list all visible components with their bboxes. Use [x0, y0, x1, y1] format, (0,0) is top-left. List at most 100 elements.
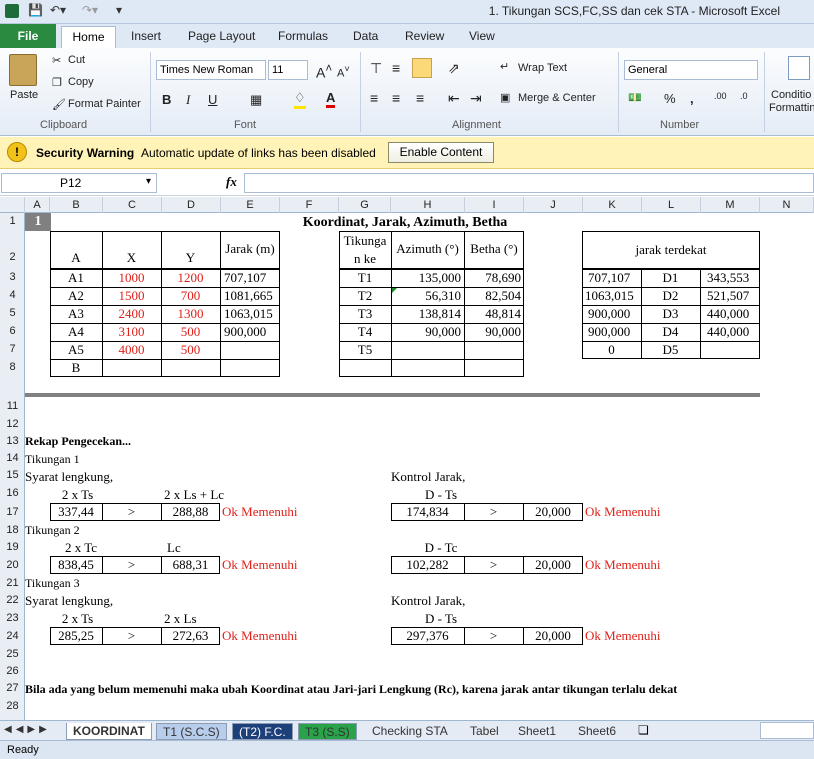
- increase-decimal-icon[interactable]: .00: [714, 91, 727, 101]
- tab-file[interactable]: File: [0, 24, 56, 48]
- table-cell[interactable]: 521,507: [707, 288, 760, 304]
- table-cell[interactable]: 900,000: [588, 324, 641, 340]
- copy-icon[interactable]: ❐: [52, 76, 62, 89]
- row-18[interactable]: 18: [0, 524, 25, 536]
- merge-center-button[interactable]: Merge & Center: [518, 92, 596, 104]
- table-cell[interactable]: 1081,665: [224, 288, 280, 304]
- value-d-ts-1[interactable]: 174,834: [391, 504, 464, 520]
- table-cell[interactable]: 707,107: [224, 270, 280, 286]
- tab-data[interactable]: Data: [353, 29, 378, 43]
- table-cell[interactable]: 90,000: [464, 324, 524, 340]
- row-1[interactable]: 1: [0, 215, 25, 227]
- table-cell[interactable]: 1200: [161, 270, 220, 286]
- orientation-icon[interactable]: ⇗: [448, 60, 460, 77]
- table-cell[interactable]: T3: [339, 306, 391, 322]
- column-h[interactable]: H: [391, 197, 465, 213]
- percent-icon[interactable]: %: [664, 91, 676, 106]
- column-i[interactable]: I: [465, 197, 524, 213]
- table-cell[interactable]: 1063,015: [585, 288, 641, 304]
- table-cell[interactable]: T4: [339, 324, 391, 340]
- copy-button[interactable]: Copy: [68, 76, 94, 88]
- column-n[interactable]: N: [760, 197, 814, 213]
- table-cell[interactable]: 1300: [161, 306, 220, 322]
- row-20[interactable]: 20: [0, 559, 25, 571]
- column-d[interactable]: D: [162, 197, 221, 213]
- cut-icon[interactable]: ✂: [52, 54, 61, 67]
- number-format-select[interactable]: General: [624, 60, 758, 80]
- row-25[interactable]: 25: [0, 648, 25, 660]
- row-5[interactable]: 5: [0, 307, 25, 319]
- table-cell[interactable]: T1: [339, 270, 391, 286]
- row-28[interactable]: 28: [0, 700, 25, 712]
- table-cell[interactable]: D4: [641, 324, 700, 340]
- table-cell[interactable]: 2400: [102, 306, 161, 322]
- name-box[interactable]: P12: [1, 173, 157, 193]
- table-cell[interactable]: 4000: [102, 342, 161, 358]
- row-13[interactable]: 13: [0, 435, 25, 447]
- column-c[interactable]: C: [103, 197, 162, 213]
- table-cell[interactable]: 900,000: [224, 324, 280, 340]
- value-2ts-1[interactable]: 337,44: [50, 504, 102, 520]
- table-cell[interactable]: 48,814: [464, 306, 524, 322]
- column-k[interactable]: K: [583, 197, 642, 213]
- row-7[interactable]: 7: [0, 343, 25, 355]
- tab-formulas[interactable]: Formulas: [278, 29, 328, 43]
- column-j[interactable]: J: [524, 197, 583, 213]
- column-a[interactable]: A: [25, 197, 50, 213]
- row-11[interactable]: 11: [0, 400, 25, 412]
- value-lc-2[interactable]: 688,31: [161, 557, 220, 573]
- bold-icon[interactable]: B: [162, 92, 171, 107]
- value-min-3[interactable]: 20,000: [523, 628, 583, 644]
- format-painter-icon[interactable]: 🖌: [52, 98, 66, 111]
- table-cell[interactable]: T5: [339, 342, 391, 358]
- table-cell[interactable]: 90,000: [391, 324, 464, 340]
- italic-icon[interactable]: I: [186, 92, 190, 108]
- column-e[interactable]: E: [221, 197, 280, 213]
- align-left-icon[interactable]: ≡: [370, 90, 378, 106]
- align-right-icon[interactable]: ≡: [416, 90, 424, 106]
- border-icon[interactable]: ▦: [250, 92, 262, 108]
- cell-a1[interactable]: 1: [25, 213, 51, 231]
- sheet-nav-arrows-icon[interactable]: ◀◀▶▶: [4, 724, 51, 735]
- font-name-select[interactable]: Times New Roman: [156, 60, 266, 80]
- table-cell[interactable]: 900,000: [588, 306, 641, 322]
- row-6[interactable]: 6: [0, 325, 25, 337]
- comma-icon[interactable]: ,: [690, 91, 694, 106]
- select-all-corner[interactable]: [0, 197, 25, 213]
- table-cell[interactable]: 440,000: [707, 324, 760, 340]
- column-l[interactable]: L: [642, 197, 701, 213]
- table-cell[interactable]: 500: [161, 324, 220, 340]
- sheet-tab-sheet1[interactable]: Sheet1: [512, 723, 562, 740]
- tab-review[interactable]: Review: [405, 29, 444, 43]
- table-cell[interactable]: 0: [582, 342, 641, 358]
- conditional-formatting-button[interactable]: Conditio: [771, 89, 811, 101]
- sheet-tab-tabel[interactable]: Tabel: [464, 723, 505, 740]
- value-d-ts-3[interactable]: 297,376: [391, 628, 464, 644]
- value-2ts-3[interactable]: 285,25: [50, 628, 102, 644]
- table-cell[interactable]: 82,504: [464, 288, 524, 304]
- sheet-tab-sheet6[interactable]: Sheet6: [572, 723, 622, 740]
- table-cell[interactable]: 500: [161, 342, 220, 358]
- table-cell[interactable]: A1: [50, 270, 102, 286]
- row-2[interactable]: 2: [0, 251, 25, 263]
- align-center-icon[interactable]: ≡: [392, 90, 400, 106]
- table-cell[interactable]: B: [50, 360, 102, 376]
- value-d-tc-2[interactable]: 102,282: [391, 557, 464, 573]
- conditional-formatting-icon[interactable]: [788, 56, 810, 80]
- row-22[interactable]: 22: [0, 594, 25, 606]
- row-16[interactable]: 16: [0, 487, 25, 499]
- row-23[interactable]: 23: [0, 612, 25, 624]
- table-cell[interactable]: 1063,015: [224, 306, 280, 322]
- row-14[interactable]: 14: [0, 452, 25, 464]
- row-27[interactable]: 27: [0, 682, 25, 694]
- column-g[interactable]: G: [339, 197, 391, 213]
- row-17[interactable]: 17: [0, 506, 25, 518]
- row-21[interactable]: 21: [0, 577, 25, 589]
- fill-color-icon[interactable]: ♢: [294, 90, 306, 109]
- table-cell[interactable]: 56,310: [391, 288, 464, 304]
- row-19[interactable]: 19: [0, 541, 25, 553]
- paste-icon[interactable]: [9, 54, 37, 86]
- sheet-tab-t3[interactable]: T3 (S.S): [298, 723, 357, 740]
- table-cell[interactable]: 138,814: [391, 306, 464, 322]
- sheet-tab-t1[interactable]: T1 (S.C.S): [156, 723, 227, 740]
